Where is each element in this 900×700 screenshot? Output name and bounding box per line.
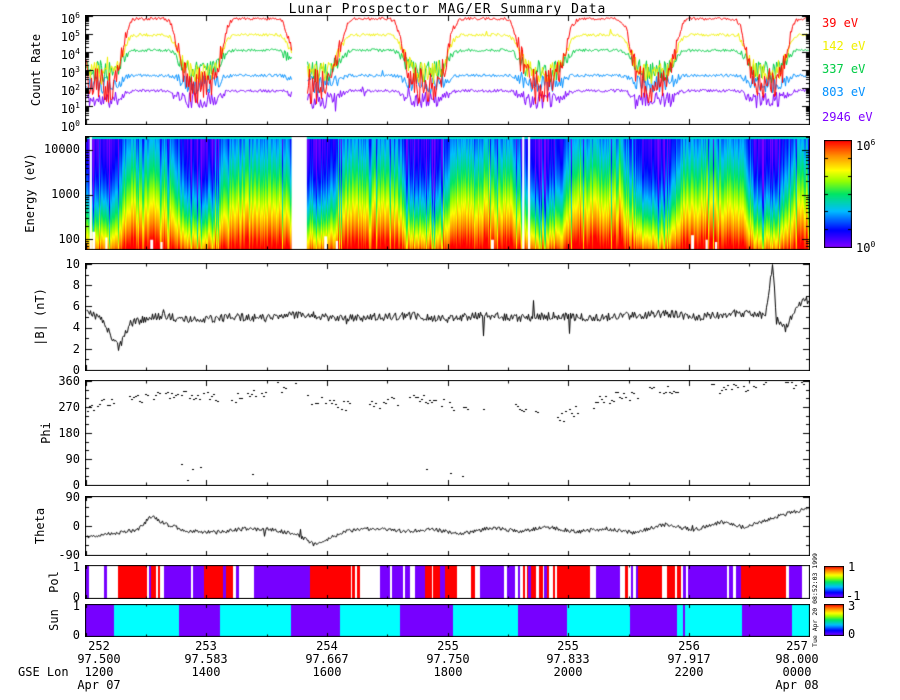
legend-item-142ev: 142 eV <box>822 39 866 53</box>
y-tick-label: 90 <box>65 490 80 504</box>
legend-item-39ev: 39 eV <box>822 16 859 30</box>
y-tick-label: 10000 <box>43 142 80 156</box>
x-tick-column: 253 97.583 1400 <box>184 639 228 679</box>
x-tick-column: 255 97.750 1800 <box>426 639 470 679</box>
x-tick-column: 254 97.667 1600 <box>305 639 349 679</box>
pol-axis-label: Pol <box>47 571 61 593</box>
pol-band <box>85 565 810 599</box>
x-tick-column: 255 97.833 2000 <box>546 639 590 679</box>
y-tick-label: 6 <box>72 299 80 313</box>
y-tick-label: 1 <box>72 599 80 613</box>
x-tick-column: 257 98.000 0000 Apr 08 <box>775 639 819 692</box>
theta-plot <box>85 496 810 556</box>
y-tick-label: 100 <box>58 232 80 246</box>
spectrogram-colorbar <box>824 140 852 248</box>
y-tick-label: 1 <box>72 560 80 574</box>
y-tick-label: 90 <box>65 452 80 466</box>
y-tick-label: 0 <box>72 519 80 533</box>
bmag-plot <box>85 263 810 371</box>
y-tick-label: 360 <box>58 374 80 388</box>
colorbar-min-label: 100 <box>856 240 876 255</box>
y-tick-label: 102 <box>60 83 80 98</box>
y-tick-label: 103 <box>60 65 80 80</box>
plot-generation-timestamp: Tue Apr 20 08:52:03 1999 <box>811 553 819 647</box>
sun-axis-label: Sun <box>47 609 61 631</box>
phi-plot <box>85 380 810 486</box>
y-tick-label: 106 <box>60 11 80 26</box>
y-tick-label: 4 <box>72 320 80 334</box>
colorbar-max-label: 106 <box>856 138 876 153</box>
sun-colorbar-min-label: 0 <box>848 627 856 641</box>
lunar-prospector-summary-plot: Lunar Prospector MAG/ER Summary Data Cou… <box>0 0 900 700</box>
sun-colorbar <box>824 604 844 636</box>
y-tick-label: 101 <box>60 101 80 116</box>
x-tick-column: 256 97.917 2200 <box>667 639 711 679</box>
bmag-axis-label: |B| (nT) <box>33 288 47 346</box>
y-tick-label: -90 <box>58 548 80 562</box>
y-tick-label: 8 <box>72 278 80 292</box>
energy-spectrogram <box>85 136 810 250</box>
y-tick-label: 100 <box>60 119 80 134</box>
legend-item-337ev: 337 eV <box>822 62 866 76</box>
y-tick-label: 1000 <box>51 187 80 201</box>
y-tick-label: 180 <box>58 426 80 440</box>
pol-colorbar-max-label: 1 <box>848 560 856 574</box>
pol-colorbar <box>824 566 844 598</box>
sun-colorbar-max-label: 3 <box>848 599 856 613</box>
x-tick-column: 252 97.500 1200 Apr 07 <box>77 639 121 692</box>
y-tick-label: 105 <box>60 29 80 44</box>
y-tick-label: 10 <box>65 257 80 271</box>
sun-band <box>85 604 810 637</box>
y-tick-label: 270 <box>58 400 80 414</box>
legend-item-2946ev: 2946 eV <box>822 110 873 124</box>
legend-item-803ev: 803 eV <box>822 85 866 99</box>
count-rate-plot <box>85 15 810 125</box>
y-tick-label: 104 <box>60 47 80 62</box>
y-tick-label: 2 <box>72 342 80 356</box>
